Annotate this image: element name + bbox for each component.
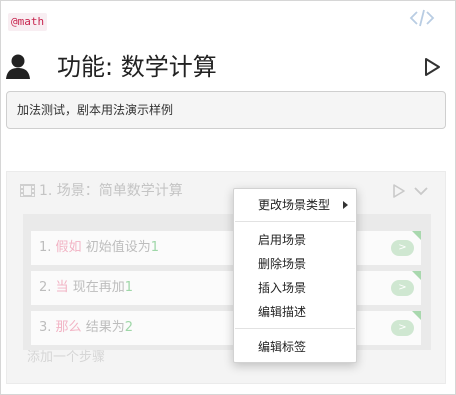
scenario-context-menu: 更改场景类型 启用场景 删除场景 插入场景 编辑描述 编辑标签 xyxy=(233,188,357,363)
scenario-title[interactable]: 1. 场景：简单数学计算 xyxy=(39,181,183,201)
step-index: 1. xyxy=(39,240,52,255)
menu-item-label: 启用场景 xyxy=(258,233,307,247)
step-row[interactable]: 2. 当 现在再加1 > xyxy=(31,271,421,305)
menu-item-label: 删除场景 xyxy=(258,257,307,271)
menu-item-delete[interactable]: 删除场景 xyxy=(234,252,356,276)
step-text: 现在再加 xyxy=(72,280,125,295)
step-keyword: 当 xyxy=(55,280,69,295)
user-icon xyxy=(6,54,30,79)
menu-item-change-type[interactable]: 更改场景类型 xyxy=(234,193,356,217)
step-run-button[interactable]: > xyxy=(391,320,414,336)
menu-item-label: 编辑描述 xyxy=(258,305,307,319)
menu-divider xyxy=(235,328,355,329)
chevron-down-icon[interactable] xyxy=(413,185,429,197)
step-value: 2 xyxy=(124,320,133,335)
step-status-corner xyxy=(412,271,421,280)
scenario-card: 1. 场景：简单数学计算 1. 假如 初始值设为1 > 2. 当 现在再加1 >… xyxy=(6,171,446,384)
step-text: 初始值设为 xyxy=(85,240,151,255)
step-text: 结果为 xyxy=(85,320,125,335)
add-step-link[interactable]: 添加一个步骤 xyxy=(27,350,105,366)
feature-editor-panel: @math 功能: 数学计算 加法测试，剧本用法演示样例 1. 场景：简单数学计… xyxy=(0,0,456,395)
run-feature-icon[interactable] xyxy=(421,56,443,78)
menu-item-edit-tags[interactable]: 编辑标签 xyxy=(234,335,356,359)
steps-list: 1. 假如 初始值设为1 > 2. 当 现在再加1 > 3. 那么 结果为2 > xyxy=(23,214,431,350)
step-status-corner xyxy=(412,231,421,240)
menu-item-label: 编辑标签 xyxy=(258,340,307,354)
menu-item-edit-description[interactable]: 编辑描述 xyxy=(234,300,356,324)
film-icon xyxy=(20,184,35,197)
menu-item-insert[interactable]: 插入场景 xyxy=(234,276,356,300)
step-status-corner xyxy=(412,311,421,320)
code-view-icon[interactable] xyxy=(409,8,435,28)
scenario-header[interactable]: 1. 场景：简单数学计算 xyxy=(7,172,445,210)
menu-item-enable[interactable]: 启用场景 xyxy=(234,228,356,252)
step-keyword: 那么 xyxy=(55,320,82,335)
step-value: 1 xyxy=(150,240,159,255)
step-run-button[interactable]: > xyxy=(391,240,414,256)
feature-description[interactable]: 加法测试，剧本用法演示样例 xyxy=(6,91,446,129)
submenu-arrow-icon xyxy=(343,201,348,209)
menu-divider xyxy=(235,221,355,222)
feature-title[interactable]: 功能: 数学计算 xyxy=(57,51,217,83)
step-row[interactable]: 3. 那么 结果为2 > xyxy=(31,311,421,345)
menu-item-label: 更改场景类型 xyxy=(258,198,331,212)
step-run-button[interactable]: > xyxy=(391,280,414,296)
step-index: 2. xyxy=(39,280,52,295)
step-value: 1 xyxy=(124,280,133,295)
feature-tag[interactable]: @math xyxy=(8,13,48,31)
step-keyword: 假如 xyxy=(55,240,82,255)
step-row[interactable]: 1. 假如 初始值设为1 > xyxy=(31,231,421,265)
feature-title-row: 功能: 数学计算 xyxy=(5,47,447,87)
run-scenario-icon[interactable] xyxy=(391,183,407,199)
step-index: 3. xyxy=(39,320,52,335)
menu-item-label: 插入场景 xyxy=(258,281,307,295)
